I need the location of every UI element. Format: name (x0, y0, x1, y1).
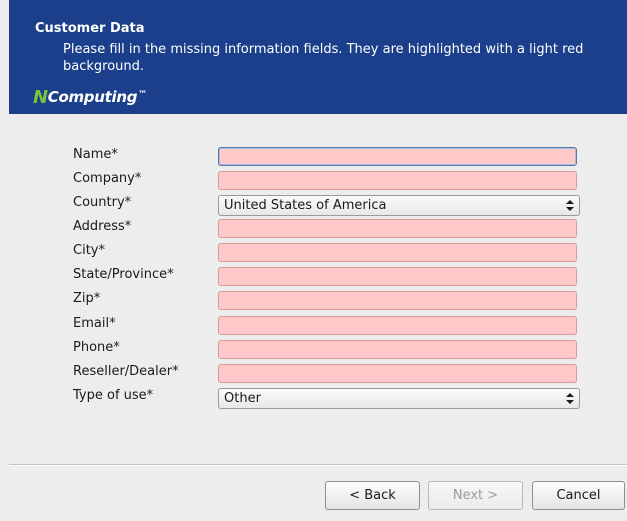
zip-label: Zip* (73, 291, 101, 306)
zip-field[interactable] (218, 291, 577, 310)
state-province-field[interactable] (218, 267, 577, 286)
email-field[interactable] (218, 316, 577, 335)
type-of-use-label: Type of use* (73, 388, 154, 403)
address-label: Address* (73, 219, 132, 234)
company-label: Company* (73, 171, 142, 186)
country-select-value: United States of America (224, 198, 387, 213)
updown-arrows-icon (566, 200, 574, 211)
country-label: Country* (73, 195, 132, 210)
ncomputing-logo: N Computing ™ (33, 86, 147, 108)
city-field[interactable] (218, 243, 577, 262)
cancel-button[interactable]: Cancel (532, 481, 625, 510)
company-field[interactable] (218, 171, 577, 190)
logo-trademark: ™ (138, 90, 147, 100)
name-field[interactable] (218, 147, 577, 166)
page-description: Please fill in the missing information f… (63, 42, 584, 74)
state-province-label: State/Province* (73, 267, 174, 282)
name-label: Name* (73, 147, 118, 162)
footer-separator-highlight (9, 465, 627, 466)
city-label: City* (73, 243, 105, 258)
type-of-use-select[interactable]: Other (218, 388, 580, 409)
phone-label: Phone* (73, 340, 120, 355)
reseller-dealer-label: Reseller/Dealer* (73, 364, 179, 379)
back-button[interactable]: < Back (325, 481, 420, 510)
next-button[interactable]: Next > (428, 481, 523, 510)
type-of-use-select-value: Other (224, 391, 261, 406)
email-label: Email* (73, 316, 116, 331)
page-title: Customer Data (35, 21, 145, 36)
country-select[interactable]: United States of America (218, 195, 580, 216)
customer-form: Name* Company* Country* United States of… (9, 114, 627, 464)
updown-arrows-icon (566, 393, 574, 404)
logo-mark: N (33, 86, 48, 108)
phone-field[interactable] (218, 340, 577, 359)
reseller-dealer-field[interactable] (218, 364, 577, 383)
wizard-header: Customer Data Please fill in the missing… (9, 0, 627, 114)
logo-text: Computing (47, 88, 138, 106)
address-field[interactable] (218, 219, 577, 238)
